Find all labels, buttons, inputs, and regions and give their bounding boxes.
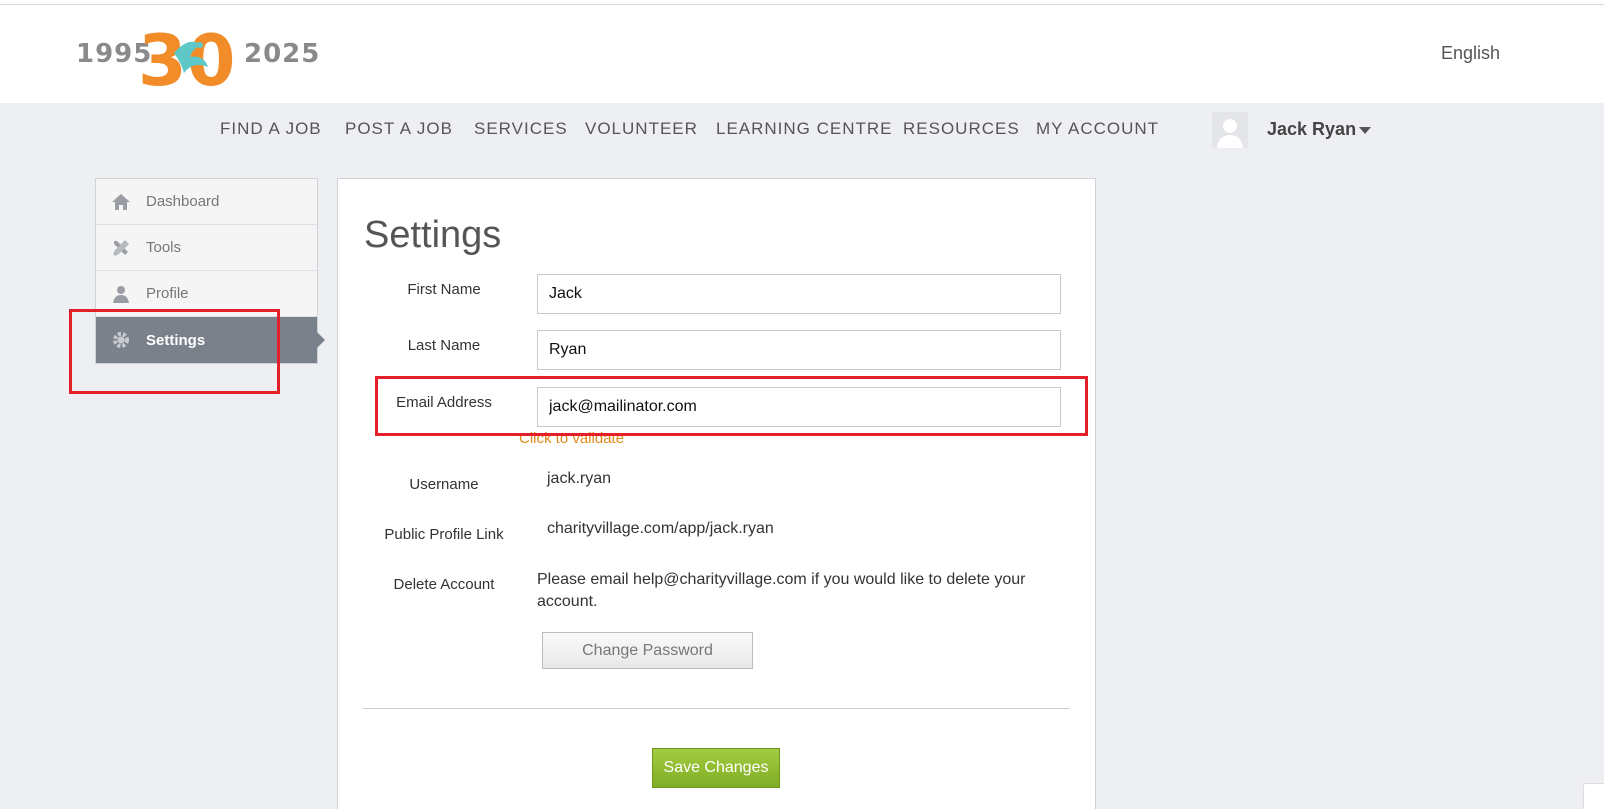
sidebar-item-label: Dashboard — [146, 193, 220, 210]
nav-post-a-job[interactable]: POST A JOB — [345, 119, 453, 139]
site-header: 1995 30 2025 English — [0, 5, 1604, 103]
sidebar-item-tools[interactable]: Tools — [96, 225, 317, 271]
corner-widget[interactable] — [1583, 783, 1604, 809]
settings-panel: Settings First Name Last Name Email Addr… — [337, 178, 1096, 809]
public-profile-link[interactable]: charityvillage.com/app/jack.ryan — [547, 520, 774, 538]
last-name-field[interactable] — [537, 330, 1061, 370]
language-selector[interactable]: English — [1441, 43, 1500, 64]
sidebar-item-dashboard[interactable]: Dashboard — [96, 179, 317, 225]
change-password-button[interactable]: Change Password — [542, 632, 753, 669]
delete-account-label: Delete Account — [393, 576, 495, 593]
tools-icon — [110, 237, 132, 259]
nav-find-a-job[interactable]: FIND A JOB — [220, 119, 322, 139]
user-name[interactable]: Jack Ryan — [1267, 119, 1356, 140]
username-label: Username — [409, 476, 479, 493]
username-value: jack.ryan — [547, 470, 612, 487]
sidebar-item-label: Profile — [146, 285, 189, 302]
delete-account-text: Please email help@charityvillage.com if … — [537, 571, 1026, 610]
highlight-box-email — [375, 376, 1088, 436]
save-changes-button[interactable]: Save Changes — [652, 748, 780, 788]
first-name-field[interactable] — [537, 274, 1061, 314]
user-avatar-icon[interactable] — [1212, 112, 1248, 148]
home-icon — [110, 191, 132, 213]
nav-my-account[interactable]: MY ACCOUNT — [1036, 119, 1159, 139]
anniversary-30-logo-icon: 30 — [138, 20, 235, 93]
sidebar-item-label: Tools — [146, 239, 182, 256]
avatar-silhouette-icon — [1217, 119, 1243, 148]
user-icon — [110, 283, 132, 305]
first-name-label: First Name — [407, 281, 481, 298]
public-profile-link-label: Public Profile Link — [384, 526, 504, 543]
nav-learning-centre[interactable]: LEARNING CENTRE — [716, 119, 893, 139]
nav-services[interactable]: SERVICES — [474, 119, 568, 139]
page-title: Settings — [364, 214, 502, 256]
site-logo[interactable]: 1995 30 2025 — [76, 19, 319, 93]
highlight-box-settings — [69, 309, 280, 394]
user-menu-caret-icon[interactable] — [1359, 127, 1371, 134]
divider — [363, 708, 1070, 709]
nav-resources[interactable]: RESOURCES — [903, 119, 1020, 139]
logo-year-end: 2025 — [244, 39, 321, 69]
last-name-label: Last Name — [407, 337, 481, 354]
nav-volunteer[interactable]: VOLUNTEER — [585, 119, 698, 139]
